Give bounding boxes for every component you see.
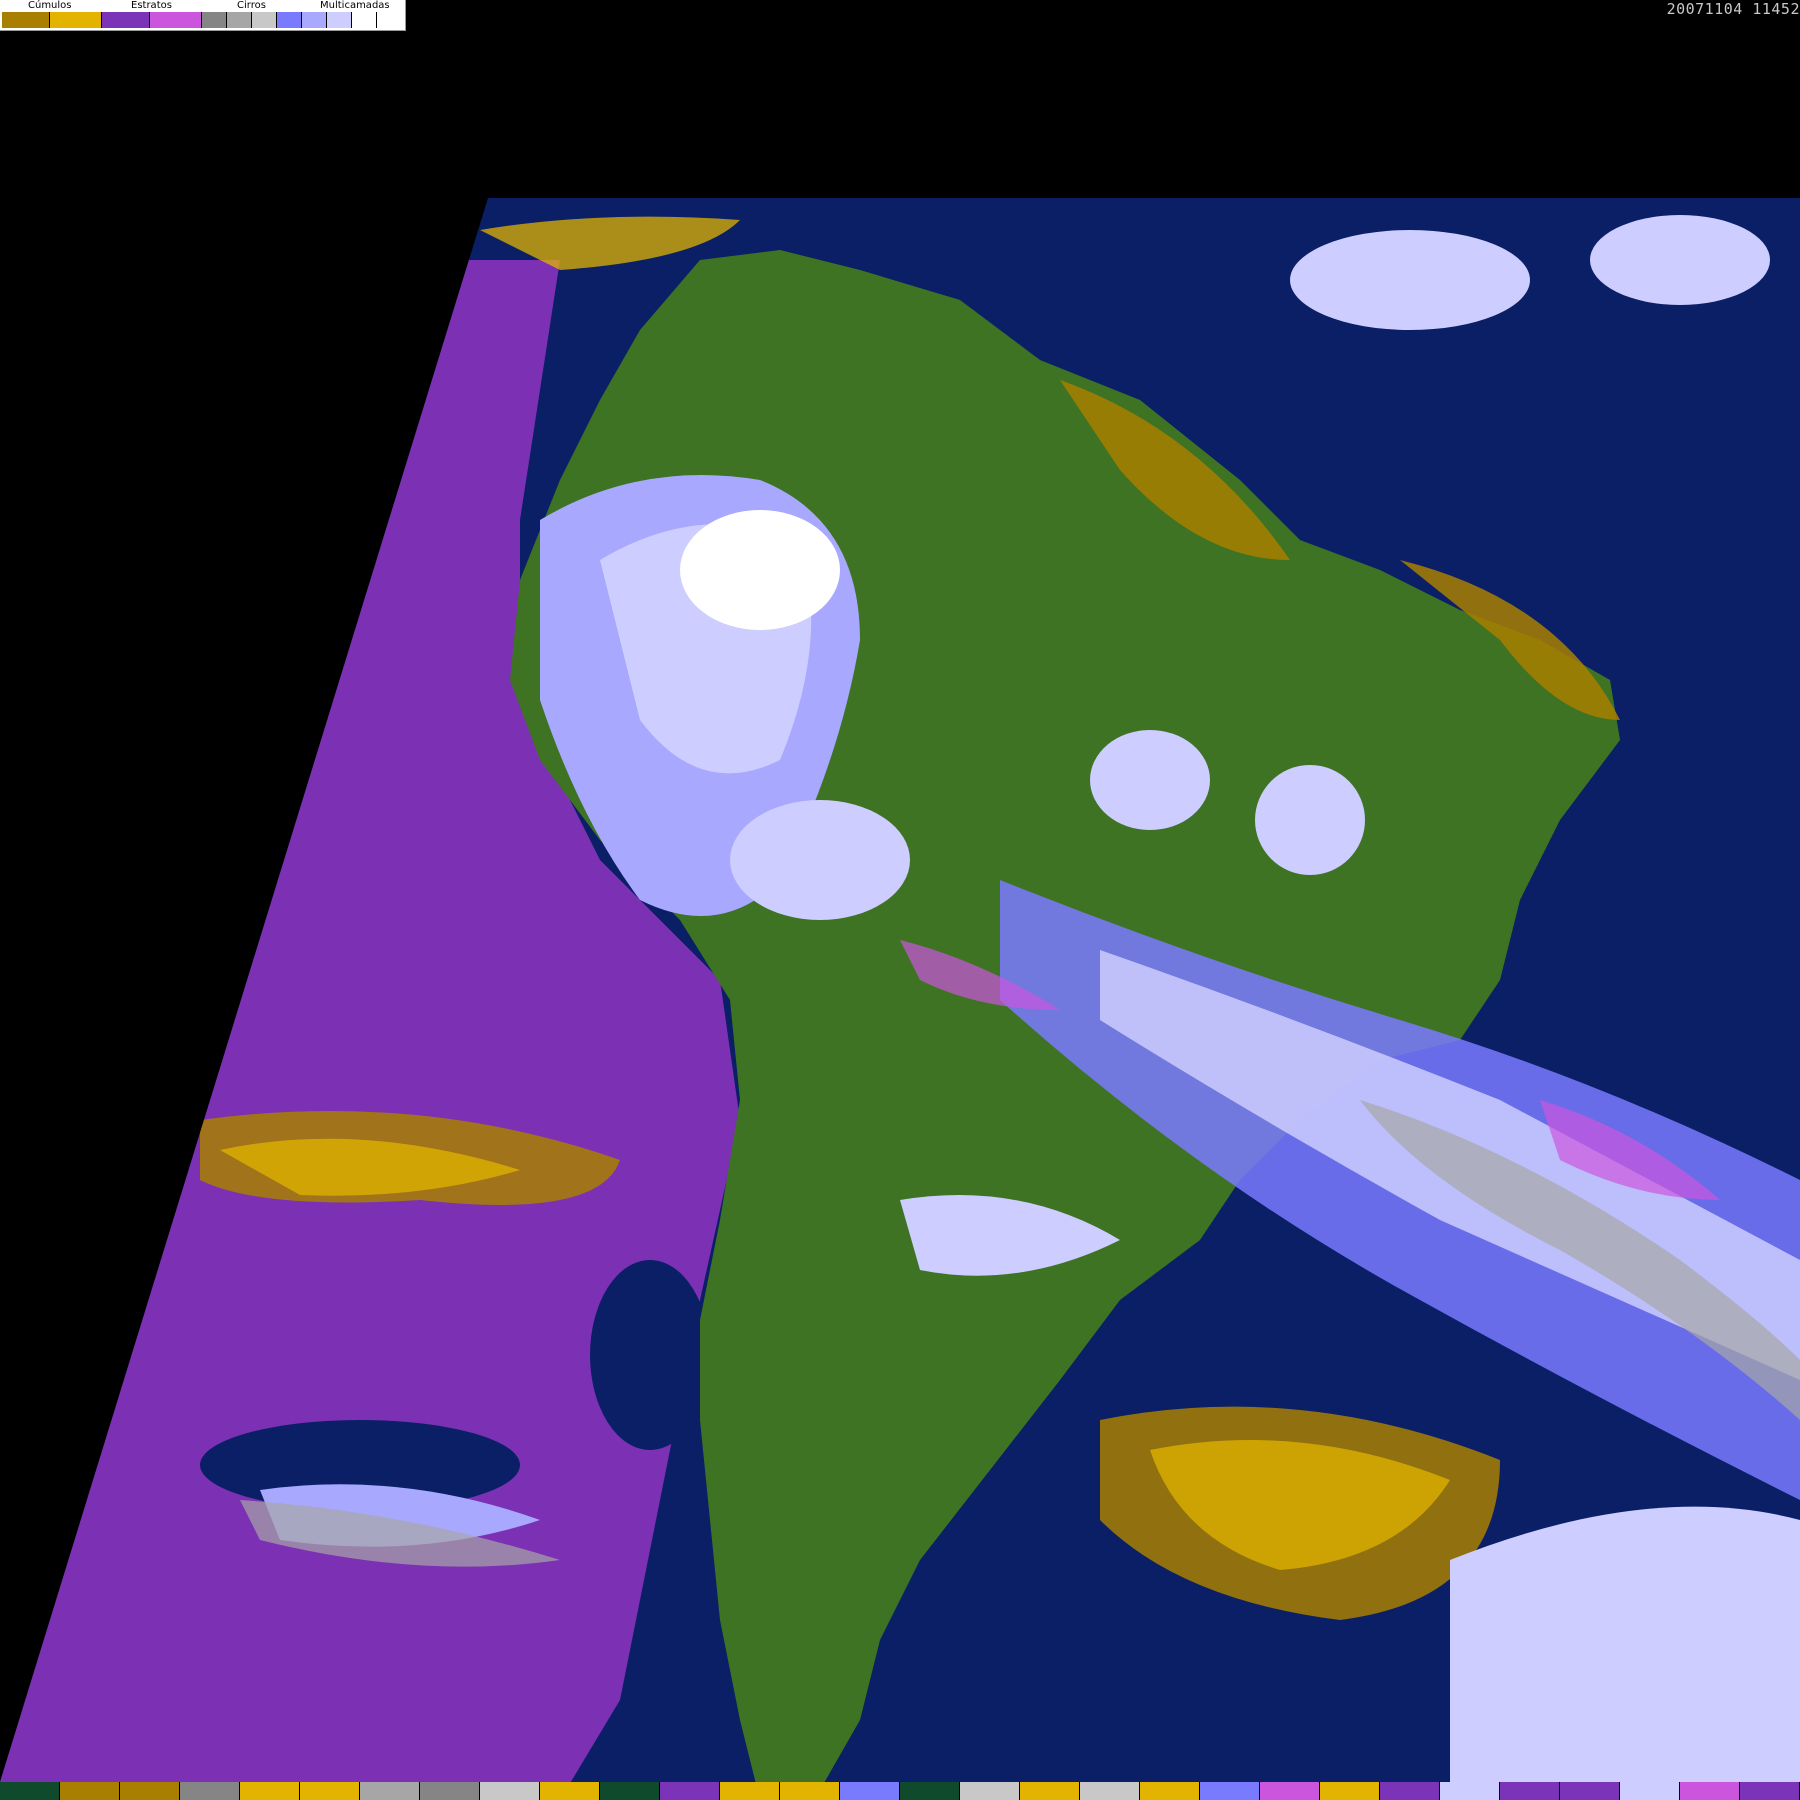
legend-label-cirros: Cirros bbox=[237, 0, 266, 11]
bottom-bar-cell bbox=[1140, 1782, 1200, 1800]
legend-swatch bbox=[102, 12, 150, 28]
bottom-bar-cell bbox=[1560, 1782, 1620, 1800]
legend-swatch bbox=[327, 12, 352, 28]
bottom-bar-cell bbox=[1320, 1782, 1380, 1800]
bottom-bar-cell bbox=[720, 1782, 780, 1800]
legend-swatch bbox=[202, 12, 227, 28]
bottom-bar-cell bbox=[1260, 1782, 1320, 1800]
bottom-bar-cell bbox=[1440, 1782, 1500, 1800]
bottom-bar-cell bbox=[480, 1782, 540, 1800]
image-timestamp: 20071104 11452 bbox=[1666, 0, 1800, 18]
legend-swatch bbox=[227, 12, 252, 28]
bottom-bar-cell bbox=[60, 1782, 120, 1800]
bottom-bar-cell bbox=[1080, 1782, 1140, 1800]
bottom-bar-cell bbox=[840, 1782, 900, 1800]
legend-label-estratos: Estratos bbox=[131, 0, 172, 11]
bottom-bar-cell bbox=[300, 1782, 360, 1800]
legend-swatch bbox=[150, 12, 202, 28]
bottom-bar-cell bbox=[600, 1782, 660, 1800]
bottom-bar-cell bbox=[660, 1782, 720, 1800]
cloud-type-legend: Cúmulos Estratos Cirros Multicamadas bbox=[0, 0, 406, 31]
legend-labels: Cúmulos Estratos Cirros Multicamadas bbox=[0, 0, 405, 12]
bottom-bar-cell bbox=[1020, 1782, 1080, 1800]
bottom-bar-cell bbox=[1740, 1782, 1800, 1800]
bottom-bar-cell bbox=[780, 1782, 840, 1800]
legend-label-multicamadas: Multicamadas bbox=[320, 0, 390, 11]
legend-swatch bbox=[50, 12, 102, 28]
bottom-bar-cell bbox=[960, 1782, 1020, 1800]
legend-swatch bbox=[2, 12, 50, 28]
legend-label-cumulos: Cúmulos bbox=[28, 0, 72, 11]
bottom-bar-cell bbox=[1500, 1782, 1560, 1800]
legend-swatch bbox=[302, 12, 327, 28]
legend-swatch bbox=[352, 12, 377, 28]
bottom-bar-cell bbox=[900, 1782, 960, 1800]
bottom-bar-cell bbox=[420, 1782, 480, 1800]
bottom-bar-cell bbox=[1200, 1782, 1260, 1800]
bottom-bar-cell bbox=[0, 1782, 60, 1800]
bottom-bar-cell bbox=[120, 1782, 180, 1800]
legend-swatch bbox=[252, 12, 277, 28]
bottom-color-bar bbox=[0, 1782, 1800, 1800]
pacific-clear-patch bbox=[590, 1260, 710, 1450]
bottom-bar-cell bbox=[540, 1782, 600, 1800]
bottom-bar-cell bbox=[1620, 1782, 1680, 1800]
legend-swatch bbox=[277, 12, 302, 28]
bottom-bar-cell bbox=[240, 1782, 300, 1800]
bottom-bar-cell bbox=[1680, 1782, 1740, 1800]
satellite-map bbox=[0, 0, 1800, 1800]
legend-swatches bbox=[2, 12, 377, 28]
bottom-bar-cell bbox=[1380, 1782, 1440, 1800]
bottom-bar-cell bbox=[360, 1782, 420, 1800]
bottom-bar-cell bbox=[180, 1782, 240, 1800]
